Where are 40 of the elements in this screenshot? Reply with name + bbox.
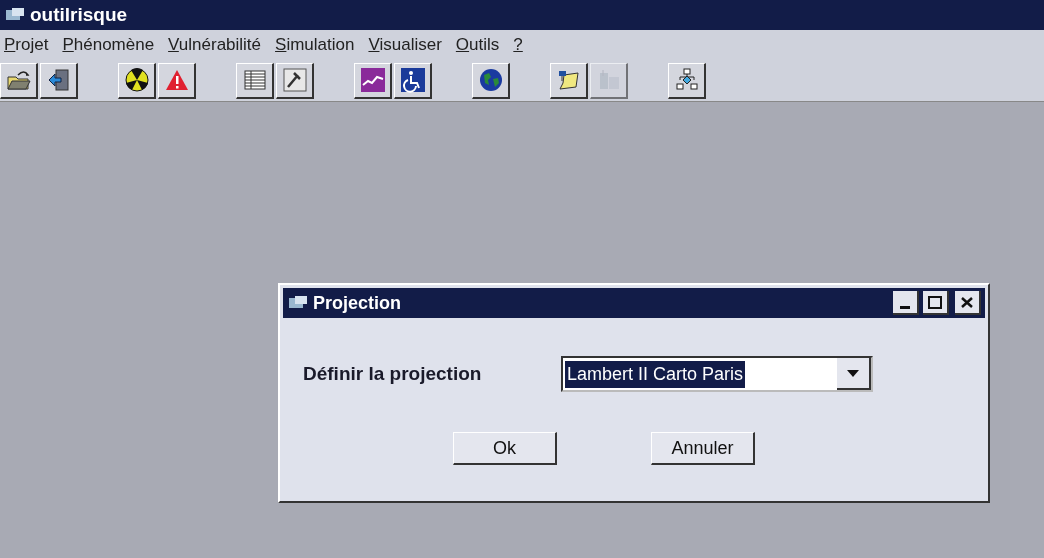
menu-item[interactable]: Visualiser xyxy=(368,32,442,58)
toolbar-button[interactable] xyxy=(354,62,392,99)
dialog-title: Projection xyxy=(313,291,402,315)
table-icon xyxy=(241,67,268,93)
network-icon xyxy=(673,67,700,93)
hammer-icon xyxy=(281,67,308,93)
minimize-icon xyxy=(900,306,910,309)
toolbar-button[interactable] xyxy=(158,62,196,99)
menu-item[interactable]: ? xyxy=(513,32,523,58)
menu-item[interactable]: Outils xyxy=(455,32,500,58)
close-button[interactable] xyxy=(955,291,981,315)
menu-item[interactable]: Vulnérabilité xyxy=(168,32,262,58)
menu-item[interactable]: Simulation xyxy=(275,32,355,58)
line-graph-icon xyxy=(359,67,386,93)
toolbar-button[interactable] xyxy=(394,62,432,99)
dropdown-arrow-button[interactable] xyxy=(837,358,871,390)
menu-item[interactable]: Phénomène xyxy=(62,32,155,58)
maximize-button[interactable] xyxy=(923,291,949,315)
caret-icon xyxy=(847,369,859,377)
window-title: outilrisque xyxy=(30,2,128,27)
maximize-icon xyxy=(928,295,942,309)
toolbar-button[interactable] xyxy=(276,62,314,99)
radiation-icon xyxy=(123,67,150,93)
toolbar-button[interactable] xyxy=(40,62,78,99)
minimize-button[interactable] xyxy=(893,291,919,315)
dialog-button[interactable]: Annuler xyxy=(651,432,755,465)
toolbar-button[interactable] xyxy=(550,62,588,99)
projection-label: Définir la projection xyxy=(303,361,483,386)
globe-icon xyxy=(477,67,504,93)
projection-dropdown[interactable]: Lambert II Carto Paris xyxy=(561,356,873,392)
dialog-button[interactable]: Ok xyxy=(453,432,557,465)
toolbar-button[interactable] xyxy=(0,62,38,99)
toolbar-button[interactable] xyxy=(668,62,706,99)
toolbar-button[interactable] xyxy=(472,62,510,99)
toolbar-button[interactable] xyxy=(118,62,156,99)
dropdown-value: Lambert II Carto Paris xyxy=(565,360,746,388)
toolbar-button[interactable] xyxy=(236,62,274,99)
close-icon xyxy=(960,295,974,309)
wheelchair-icon xyxy=(399,67,426,93)
menu-item[interactable]: Projet xyxy=(4,32,49,58)
